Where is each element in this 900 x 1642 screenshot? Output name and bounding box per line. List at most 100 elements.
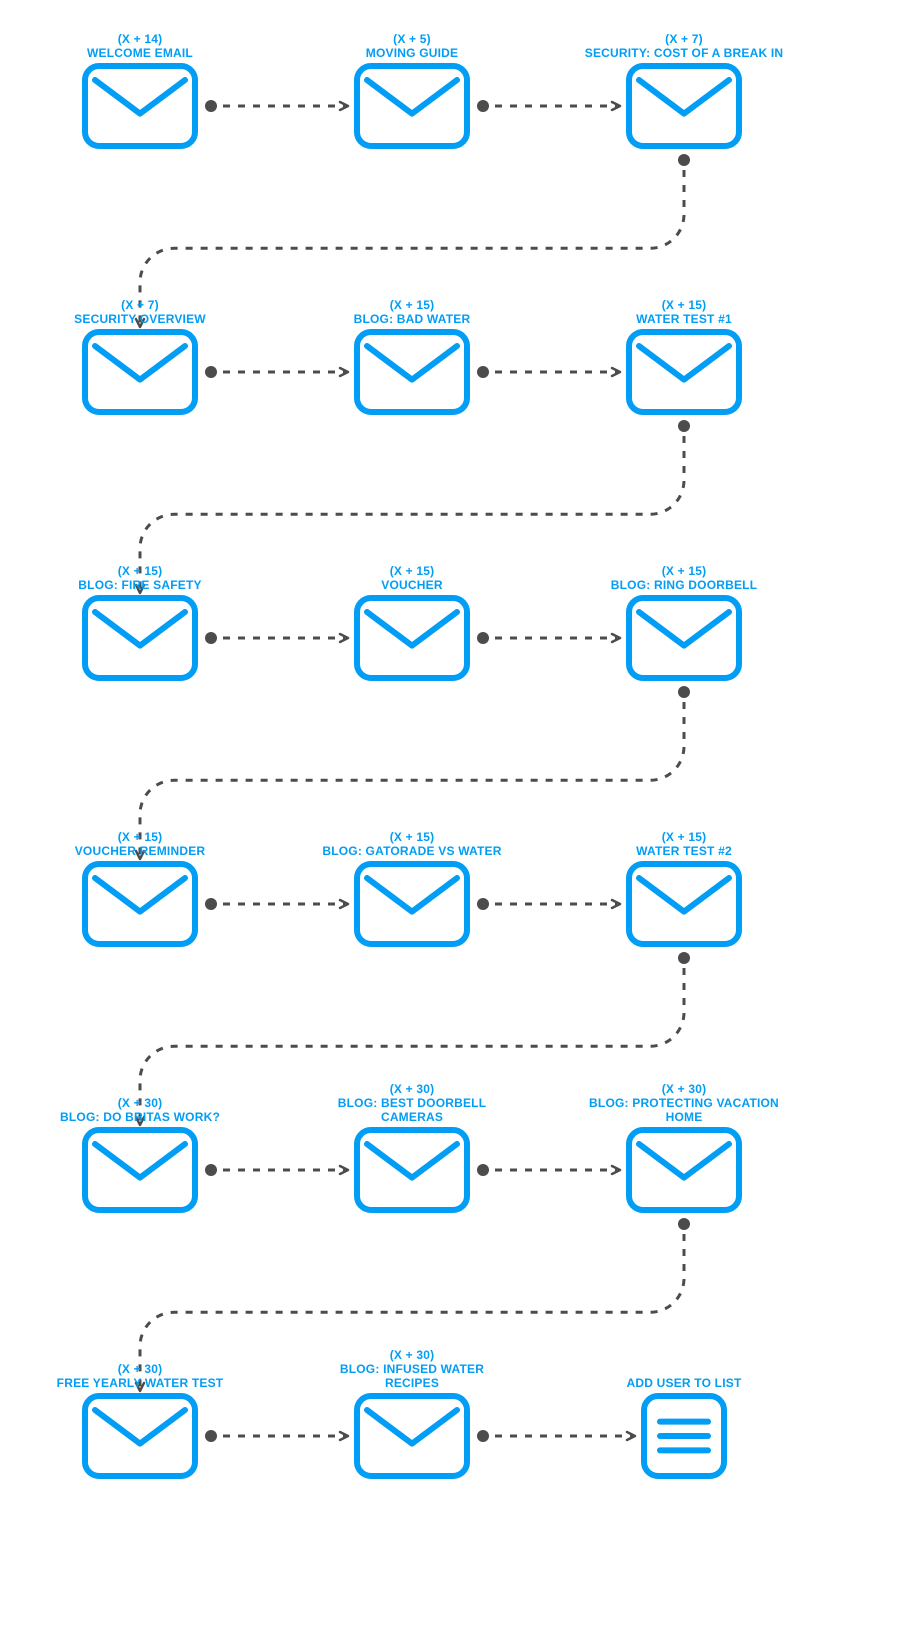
email-node-n4 [85,332,195,412]
node-label: (X + 15)WATER TEST #2 [584,830,784,858]
email-node-n1 [85,66,195,146]
email-node-n13 [85,1130,195,1210]
node-title: VOUCHER [381,578,442,592]
node-label: (X + 30)BLOG: DO BRITAS WORK? [40,1096,240,1124]
connector-dot-icon [477,366,489,378]
connector-dot-icon [477,898,489,910]
node-timing: (X + 15) [584,298,784,312]
node-title: BLOG: RING DOORBELL [611,578,757,592]
list-node-n18 [644,1396,724,1476]
node-title: BLOG: DO BRITAS WORK? [60,1110,220,1124]
node-title: SECURITY: COST OF A BREAK IN [585,46,784,60]
connector-dot-icon [678,686,690,698]
connector-dot-icon [477,1164,489,1176]
node-title: MOVING GUIDE [366,46,458,60]
flow-svg [0,0,900,1642]
node-label: (X + 15)BLOG: RING DOORBELL [584,564,784,592]
connector-dot-icon [678,420,690,432]
email-node-n2 [357,66,467,146]
email-icon [629,66,739,146]
connector-dot-icon [678,952,690,964]
email-node-n7 [85,598,195,678]
node-timing: (X + 7) [40,298,240,312]
email-node-n5 [357,332,467,412]
email-icon [357,864,467,944]
email-icon [85,864,195,944]
node-title: VOUCHER REMINDER [75,844,206,858]
node-label: ADD USER TO LIST [584,1376,784,1390]
node-timing: (X + 5) [312,32,512,46]
email-node-n3 [629,66,739,146]
node-title: BLOG: BAD WATER [354,312,471,326]
node-title: WELCOME EMAIL [87,46,193,60]
node-timing: (X + 30) [312,1348,512,1362]
email-icon [85,1130,195,1210]
node-title: BLOG: INFUSED WATER RECIPES [340,1362,484,1390]
node-title: BLOG: PROTECTING VACATION HOME [589,1096,779,1124]
node-label: (X + 14)WELCOME EMAIL [40,32,240,60]
email-icon [629,864,739,944]
email-node-n12 [629,864,739,944]
email-node-n14 [357,1130,467,1210]
node-label: (X + 7)SECURITY: COST OF A BREAK IN [584,32,784,60]
email-node-n17 [357,1396,467,1476]
node-timing: (X + 14) [40,32,240,46]
node-timing: (X + 15) [312,298,512,312]
email-icon [357,598,467,678]
node-timing: (X + 7) [584,32,784,46]
node-label: (X + 15)BLOG: FIRE SAFETY [40,564,240,592]
node-label: (X + 15)VOUCHER [312,564,512,592]
connector-dot-icon [205,1164,217,1176]
node-timing: (X + 15) [584,830,784,844]
connector-dot-icon [205,366,217,378]
node-label: (X + 15)VOUCHER REMINDER [40,830,240,858]
email-icon [357,1396,467,1476]
connector-dot-icon [477,632,489,644]
node-title: SECURITY OVERVIEW [74,312,206,326]
node-timing: (X + 15) [40,830,240,844]
node-label: (X + 5)MOVING GUIDE [312,32,512,60]
connector-dot-icon [678,1218,690,1230]
node-timing: (X + 15) [40,564,240,578]
connector-dot-icon [205,100,217,112]
email-node-n10 [85,864,195,944]
node-label: (X + 30)BLOG: BEST DOORBELL CAMERAS [312,1082,512,1124]
email-node-n8 [357,598,467,678]
node-label: (X + 30)BLOG: PROTECTING VACATION HOME [584,1082,784,1124]
email-node-n6 [629,332,739,412]
node-timing: (X + 30) [40,1096,240,1110]
node-title: BLOG: GATORADE VS WATER [322,844,501,858]
node-title: BLOG: FIRE SAFETY [78,578,201,592]
email-icon [629,598,739,678]
node-timing: (X + 30) [312,1082,512,1096]
email-icon [357,332,467,412]
connector-dot-icon [205,1430,217,1442]
node-timing: (X + 15) [312,564,512,578]
email-icon [85,1396,195,1476]
node-label: (X + 7)SECURITY OVERVIEW [40,298,240,326]
email-icon [85,332,195,412]
connector-dot-icon [477,100,489,112]
node-label: (X + 15)BLOG: GATORADE VS WATER [312,830,512,858]
connector-dot-icon [477,1430,489,1442]
node-label: (X + 30)BLOG: INFUSED WATER RECIPES [312,1348,512,1390]
node-title: BLOG: BEST DOORBELL CAMERAS [338,1096,486,1124]
email-node-n15 [629,1130,739,1210]
node-timing: (X + 15) [312,830,512,844]
email-icon [85,598,195,678]
node-label: (X + 30)FREE YEARLY WATER TEST [40,1362,240,1390]
email-icon [357,66,467,146]
flow-diagram: (X + 14)WELCOME EMAIL (X + 5)MOVING GUIDE… [0,0,900,1642]
email-node-n9 [629,598,739,678]
email-icon [629,1130,739,1210]
connector-dot-icon [678,154,690,166]
node-title: WATER TEST #2 [636,844,732,858]
node-timing: (X + 30) [40,1362,240,1376]
node-title: FREE YEARLY WATER TEST [57,1376,224,1390]
node-timing: (X + 15) [584,564,784,578]
node-timing: (X + 30) [584,1082,784,1096]
connector-dot-icon [205,898,217,910]
email-node-n11 [357,864,467,944]
node-label: (X + 15)WATER TEST #1 [584,298,784,326]
email-icon [85,66,195,146]
